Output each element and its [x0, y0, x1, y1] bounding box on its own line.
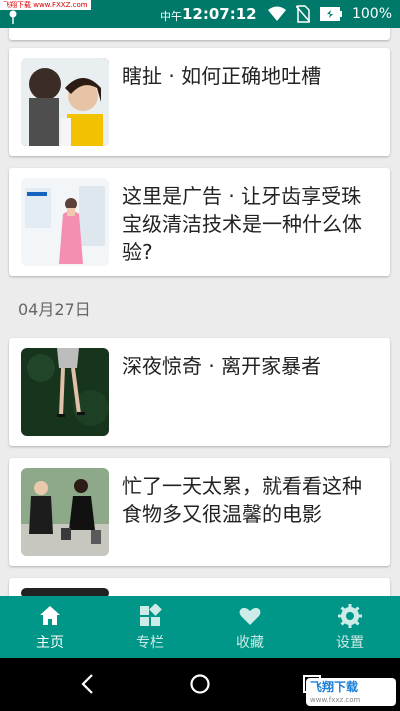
battery-icon [319, 7, 342, 21]
photo-couple-icon [21, 468, 109, 556]
tab-label: 主页 [36, 635, 64, 651]
watermark-badge: 飞翔下载 www.fxxz.com [306, 678, 396, 706]
columns-icon [140, 604, 162, 626]
article-thumbnail [21, 468, 109, 556]
tab-label: 设置 [336, 635, 364, 651]
home-icon [40, 606, 60, 625]
no-sim-icon [295, 5, 310, 23]
badge-text: 飞翔下载 [310, 680, 359, 694]
feed-card[interactable]: 瞎扯 · 如何正确地吐槽 [9, 48, 390, 156]
article-thumbnail [21, 58, 109, 146]
back-icon[interactable] [76, 672, 100, 696]
feed-card[interactable]: 这里是广告 · 让牙齿享受珠宝级清洁技术是一种什么体验? [9, 168, 390, 276]
tab-label: 专栏 [136, 635, 164, 651]
photo-ad-icon [21, 178, 109, 266]
heart-icon [239, 607, 261, 625]
status-time: 12:07:12 [182, 5, 257, 23]
tab-columns[interactable]: 专栏 [100, 596, 200, 658]
photo-people-icon [21, 58, 109, 146]
tab-favorites[interactable]: 收藏 [200, 596, 300, 658]
article-title: 瞎扯 · 如何正确地吐槽 [122, 64, 322, 88]
feed-card[interactable]: 忙了一天太累，就看看这种食物多又很温馨的电影 [9, 458, 390, 566]
feed-list[interactable]: 瞎扯 · 如何正确地吐槽 这里是广告 · 让牙齿享受珠宝级清洁技术是一种什么体验… [0, 28, 400, 596]
location-pin-icon [9, 10, 17, 24]
status-bar: 飞翔下载 www.FXXZ.com 中午 12:07:12 100% [0, 0, 400, 28]
tab-settings[interactable]: 设置 [300, 596, 400, 658]
wifi-icon [267, 6, 286, 21]
badge-url: www.fxxz.com [310, 696, 361, 704]
date-header: 04月27日 [18, 300, 91, 319]
battery-percent: 100% [351, 6, 392, 22]
article-title: 深夜惊奇 · 离开家暴者 [122, 354, 322, 378]
bottom-tab-bar: 主页 专栏 收藏 设置 [0, 596, 400, 658]
status-ampm: 中午 [160, 10, 182, 23]
watermark-text: 飞翔下载 www.FXXZ.com [0, 0, 91, 10]
tab-home[interactable]: 主页 [0, 596, 100, 658]
article-thumbnail [21, 178, 109, 266]
article-title: 忙了一天太累，就看看这种食物多又很温馨的电影 [122, 474, 362, 526]
feed-card[interactable] [9, 578, 390, 596]
article-title: 这里是广告 · 让牙齿享受珠宝级清洁技术是一种什么体验? [122, 184, 362, 264]
status-icons: 100% [267, 5, 392, 23]
feed-card[interactable] [9, 28, 390, 40]
tab-label: 收藏 [236, 635, 264, 651]
gear-icon [338, 604, 362, 628]
article-thumbnail [21, 588, 109, 596]
photo-night-icon [21, 348, 109, 436]
feed-card[interactable]: 深夜惊奇 · 离开家暴者 [9, 338, 390, 446]
article-thumbnail [21, 348, 109, 436]
home-circle-icon[interactable] [188, 672, 212, 696]
